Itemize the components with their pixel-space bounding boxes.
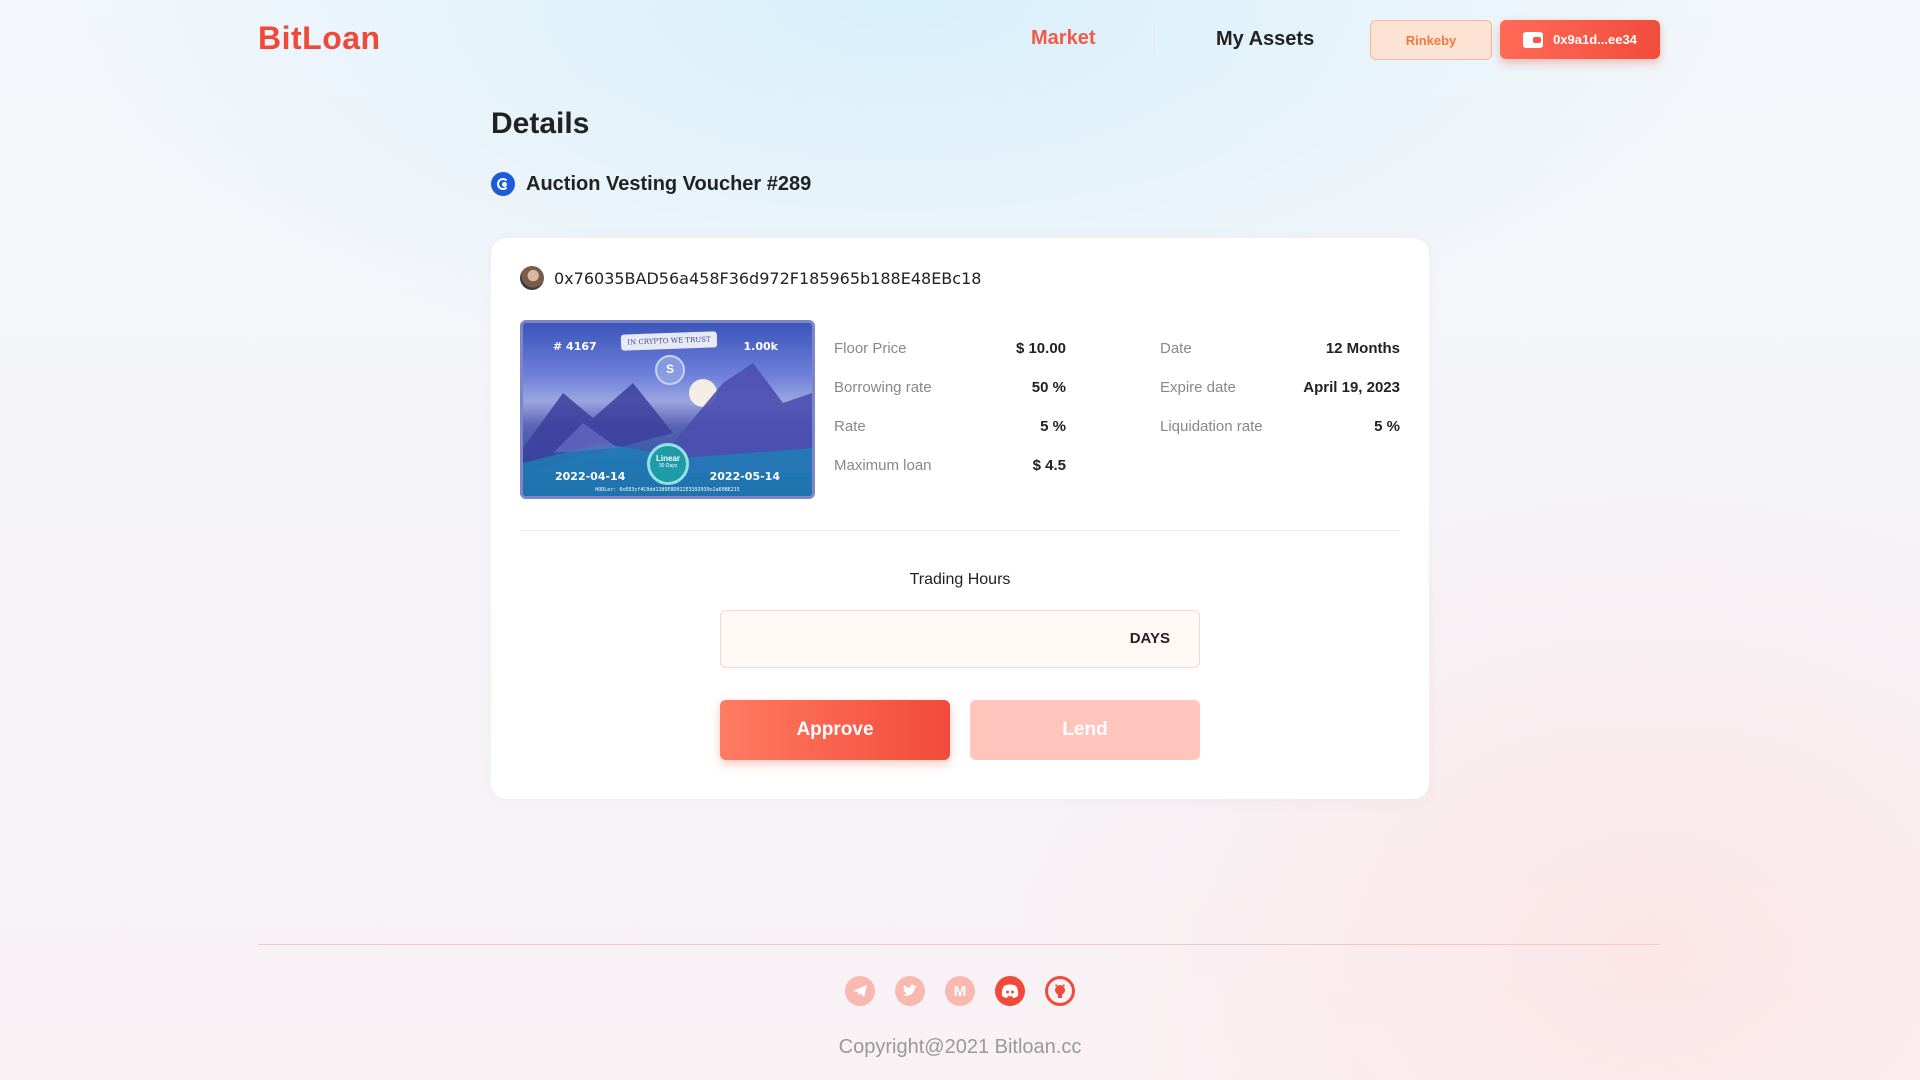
approve-button[interactable]: Approve <box>720 700 950 760</box>
nft-holder: HODLer: 0xE63cf4C0dd1389E8D022E3393939c2… <box>595 487 740 493</box>
github-icon[interactable] <box>1045 976 1075 1006</box>
nft-voucher-image[interactable]: IN CRYPTO WE TRUST S # 4167 1.00k Linear… <box>520 320 815 499</box>
header: BitLoan Market My Assets Rinkeby 0x9a1d.… <box>0 0 1920 80</box>
network-button[interactable]: Rinkeby <box>1370 20 1492 60</box>
max-loan-label: Maximum loan <box>834 457 932 474</box>
nft-end-date: 2022-05-14 <box>709 470 780 483</box>
rate-label: Rate <box>834 418 866 435</box>
page-title: Details <box>491 107 590 140</box>
details-card: 0x76035BAD56a458F36d972F185965b188E48EBc… <box>491 238 1429 799</box>
voucher-heading: Auction Vesting Voucher #289 <box>491 172 811 196</box>
expire-date-label: Expire date <box>1160 379 1236 396</box>
trading-hours-label: Trading Hours <box>909 571 1011 588</box>
nft-banner: IN CRYPTO WE TRUST <box>620 331 718 351</box>
floor-price-label: Floor Price <box>834 340 907 357</box>
borrowing-rate-value: 50 % <box>1031 379 1066 396</box>
telegram-icon[interactable] <box>845 976 875 1006</box>
footer-divider <box>258 944 1660 945</box>
nav-divider <box>1154 24 1155 54</box>
max-loan-value: $ 4.5 <box>1032 457 1066 474</box>
owner-address[interactable]: 0x76035BAD56a458F36d972F185965b188E48EBc… <box>554 269 981 288</box>
twitter-icon[interactable] <box>895 976 925 1006</box>
solv-token-icon <box>491 172 515 196</box>
solv-coin-icon: S <box>655 355 685 385</box>
nft-amount: 1.00k <box>743 340 778 353</box>
lend-button[interactable]: Lend <box>970 700 1200 760</box>
copyright: Copyright@2021 Bitloan.cc <box>838 1036 1082 1058</box>
days-field: DAYS <box>720 610 1200 669</box>
expire-date-value: April 19, 2023 <box>1303 379 1400 396</box>
nft-id: # 4167 <box>553 340 597 353</box>
floor-price-value: $ 10.00 <box>1015 340 1066 357</box>
wallet-button[interactable]: 0x9a1d...ee34 <box>1500 20 1660 59</box>
wallet-icon <box>1523 31 1544 48</box>
borrowing-rate-label: Borrowing rate <box>834 379 932 396</box>
rate-value: 5 % <box>1040 418 1066 435</box>
nft-badge-sub: 30 Days <box>658 463 678 469</box>
date-label: Date <box>1160 340 1192 357</box>
card-divider <box>520 530 1400 531</box>
owner-avatar <box>520 266 544 290</box>
liquidation-rate-label: Liquidation rate <box>1160 418 1263 435</box>
date-value: 12 Months <box>1325 340 1400 357</box>
discord-icon[interactable] <box>995 976 1025 1006</box>
liquidation-rate-value: 5 % <box>1374 418 1400 435</box>
bitloan-logo[interactable]: BitLoan <box>258 20 381 57</box>
voucher-name: Auction Vesting Voucher #289 <box>526 172 812 195</box>
wallet-address: 0x9a1d...ee34 <box>1553 32 1637 47</box>
nav-my-assets[interactable]: My Assets <box>1216 28 1314 51</box>
nav-market[interactable]: Market <box>1031 27 1095 50</box>
days-unit: DAYS <box>1129 630 1170 647</box>
nft-badge-title: Linear <box>655 454 680 463</box>
nft-start-date: 2022-04-14 <box>555 470 626 483</box>
owner-row: 0x76035BAD56a458F36d972F185965b188E48EBc… <box>520 266 981 290</box>
medium-icon[interactable]: M <box>945 976 975 1006</box>
nft-vesting-badge: Linear 30 Days <box>647 443 689 485</box>
days-input[interactable] <box>735 611 1119 669</box>
